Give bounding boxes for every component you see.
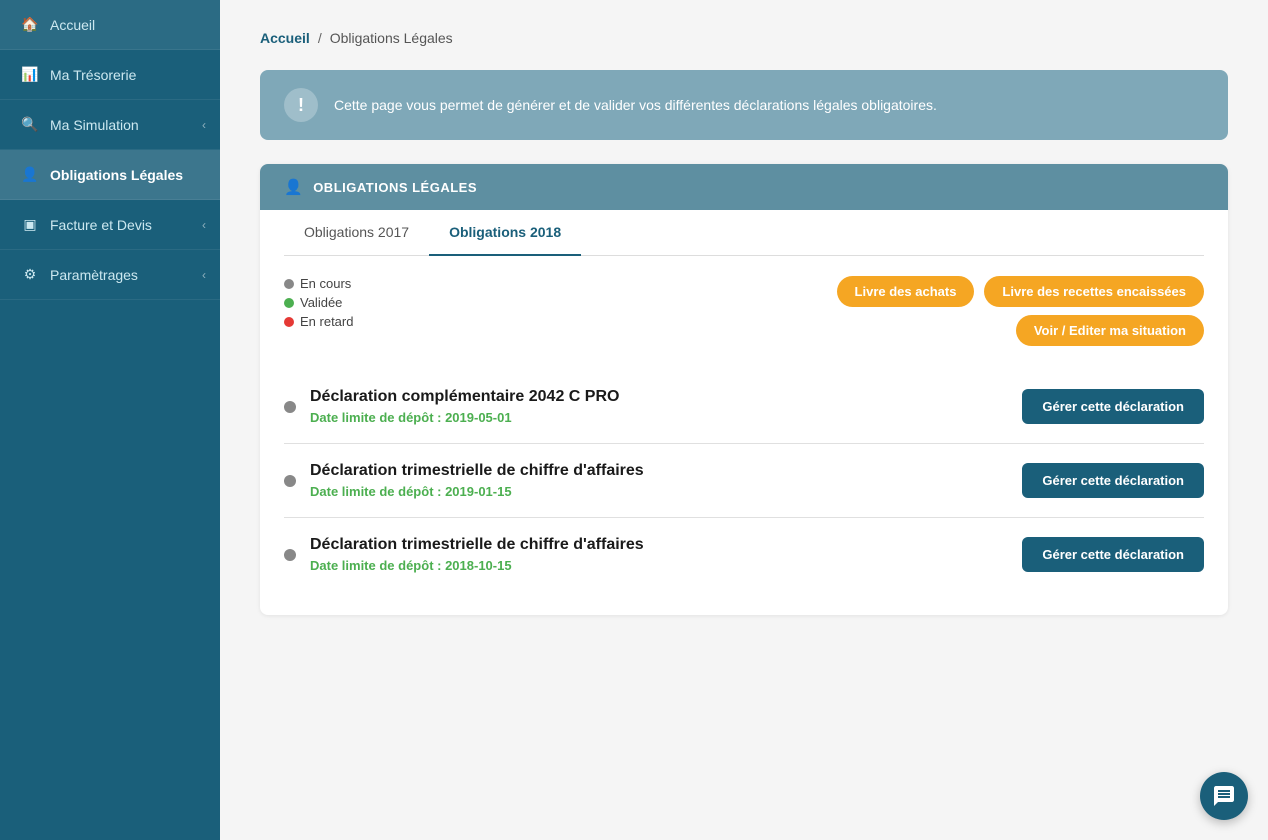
alert-banner: ! Cette page vous permet de générer et d… — [260, 70, 1228, 140]
declaration-date-1: Date limite de dépôt : 2019-05-01 — [310, 410, 619, 425]
declaration-item-3: Déclaration trimestrielle de chiffre d'a… — [284, 518, 1204, 591]
declaration-status-1 — [284, 401, 296, 413]
legend-label-grey: En cours — [300, 276, 351, 291]
declaration-left-1: Déclaration complémentaire 2042 C PRO Da… — [284, 388, 619, 425]
sidebar-icon-obligations: 👤 — [20, 166, 40, 183]
sidebar-icon-simulation: 🔍 — [20, 116, 40, 133]
declaration-title-3: Déclaration trimestrielle de chiffre d'a… — [310, 536, 644, 554]
declaration-title-1: Déclaration complémentaire 2042 C PRO — [310, 388, 619, 406]
breadcrumb-current: Obligations Légales — [330, 30, 453, 46]
chevron-icon-parametrages: ‹ — [202, 268, 206, 282]
tabs: Obligations 2017Obligations 2018 — [284, 210, 1204, 256]
sidebar-icon-parametrages: ⚙ — [20, 266, 40, 283]
action-row-top: Livre des achats Livre des recettes encai… — [837, 276, 1204, 307]
alert-icon: ! — [284, 88, 318, 122]
declaration-left-3: Déclaration trimestrielle de chiffre d'a… — [284, 536, 644, 573]
declaration-info-3: Déclaration trimestrielle de chiffre d'a… — [310, 536, 644, 573]
sidebar-label-facture: Facture et Devis — [50, 217, 152, 233]
declaration-status-2 — [284, 475, 296, 487]
alert-text: Cette page vous permet de générer et de … — [334, 97, 937, 113]
sidebar-label-accueil: Accueil — [50, 17, 95, 33]
card-header-icon: 👤 — [284, 178, 303, 196]
chevron-icon-simulation: ‹ — [202, 118, 206, 132]
declarations-list: Déclaration complémentaire 2042 C PRO Da… — [284, 370, 1204, 591]
sidebar-item-tresorerie[interactable]: 📊 Ma Trésorerie — [0, 50, 220, 100]
action-buttons: Livre des achats Livre des recettes encai… — [837, 276, 1204, 346]
tab-2017[interactable]: Obligations 2017 — [284, 210, 429, 256]
sidebar-item-obligations[interactable]: 👤 Obligations Légales — [0, 150, 220, 200]
card-header-title: OBLIGATIONS LÉGALES — [313, 180, 477, 195]
sidebar-label-parametrages: Paramètrages — [50, 267, 138, 283]
declaration-item-2: Déclaration trimestrielle de chiffre d'a… — [284, 444, 1204, 518]
sidebar-item-accueil[interactable]: 🏠 Accueil — [0, 0, 220, 50]
sidebar-item-facture[interactable]: ▣ Facture et Devis ‹ — [0, 200, 220, 250]
card-body: Obligations 2017Obligations 2018 En cour… — [260, 210, 1228, 615]
legend-label-green: Validée — [300, 295, 342, 310]
chevron-icon-facture: ‹ — [202, 218, 206, 232]
breadcrumb-home[interactable]: Accueil — [260, 30, 310, 46]
legend-item-green: Validée — [284, 295, 353, 310]
declaration-date-2: Date limite de dépôt : 2019-01-15 — [310, 484, 644, 499]
manage-btn-3[interactable]: Gérer cette déclaration — [1022, 537, 1204, 572]
manage-btn-1[interactable]: Gérer cette déclaration — [1022, 389, 1204, 424]
declaration-info-1: Déclaration complémentaire 2042 C PRO Da… — [310, 388, 619, 425]
sidebar-label-obligations: Obligations Légales — [50, 167, 183, 183]
action-btn-livre-achats[interactable]: Livre des achats — [837, 276, 975, 307]
declaration-title-2: Déclaration trimestrielle de chiffre d'a… — [310, 462, 644, 480]
sidebar-item-parametrages[interactable]: ⚙ Paramètrages ‹ — [0, 250, 220, 300]
sidebar-icon-facture: ▣ — [20, 216, 40, 233]
obligations-card: 👤 OBLIGATIONS LÉGALES Obligations 2017Ob… — [260, 164, 1228, 615]
legend-item-red: En retard — [284, 314, 353, 329]
declaration-item-1: Déclaration complémentaire 2042 C PRO Da… — [284, 370, 1204, 444]
sidebar-label-simulation: Ma Simulation — [50, 117, 139, 133]
legend-dot-grey — [284, 279, 294, 289]
declaration-info-2: Déclaration trimestrielle de chiffre d'a… — [310, 462, 644, 499]
action-btn-livre-recettes[interactable]: Livre des recettes encaissées — [984, 276, 1204, 307]
legend-dot-red — [284, 317, 294, 327]
declaration-left-2: Déclaration trimestrielle de chiffre d'a… — [284, 462, 644, 499]
action-row-bottom: Voir / Editer ma situation — [1016, 315, 1204, 346]
legend: En cours Validée En retard — [284, 276, 353, 329]
action-btn-voir-editer[interactable]: Voir / Editer ma situation — [1016, 315, 1204, 346]
sidebar: 🏠 Accueil 📊 Ma Trésorerie 🔍 Ma Simulatio… — [0, 0, 220, 840]
sidebar-item-simulation[interactable]: 🔍 Ma Simulation ‹ — [0, 100, 220, 150]
sidebar-label-tresorerie: Ma Trésorerie — [50, 67, 136, 83]
main-content: Accueil / Obligations Légales ! Cette pa… — [220, 0, 1268, 840]
chat-bubble[interactable] — [1200, 772, 1248, 820]
card-header: 👤 OBLIGATIONS LÉGALES — [260, 164, 1228, 210]
sidebar-icon-accueil: 🏠 — [20, 16, 40, 33]
declaration-status-3 — [284, 549, 296, 561]
legend-label-red: En retard — [300, 314, 353, 329]
sidebar-icon-tresorerie: 📊 — [20, 66, 40, 83]
breadcrumb-separator: / — [318, 30, 322, 46]
declaration-date-3: Date limite de dépôt : 2018-10-15 — [310, 558, 644, 573]
tab-2018[interactable]: Obligations 2018 — [429, 210, 581, 256]
legend-actions-row: En cours Validée En retard Livre des ach… — [284, 276, 1204, 346]
manage-btn-2[interactable]: Gérer cette déclaration — [1022, 463, 1204, 498]
breadcrumb: Accueil / Obligations Légales — [260, 30, 1228, 46]
legend-dot-green — [284, 298, 294, 308]
legend-item-grey: En cours — [284, 276, 353, 291]
